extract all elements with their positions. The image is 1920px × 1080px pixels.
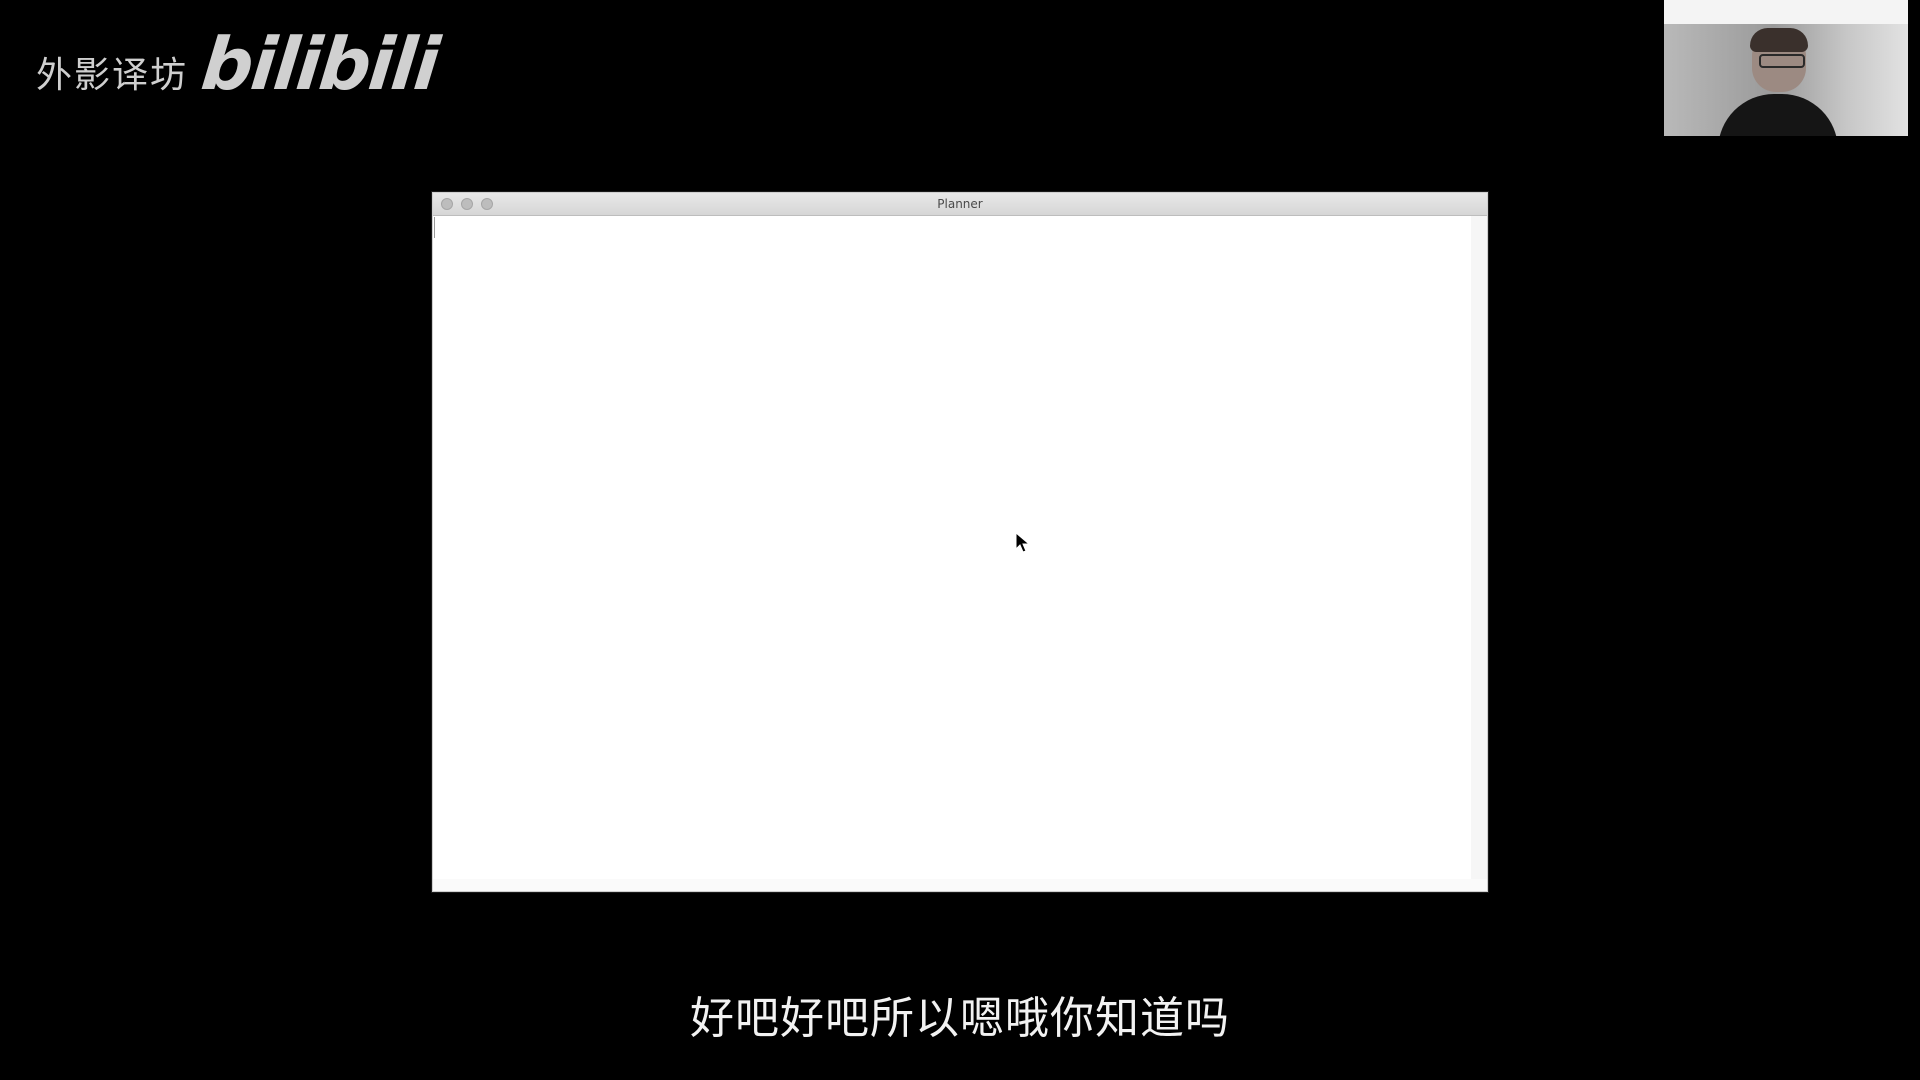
window-title: Planner: [937, 197, 983, 211]
watermark: 外影译坊 bilibili: [36, 22, 442, 106]
subtitle-caption: 好吧好吧所以嗯哦你知道吗: [690, 993, 1230, 1044]
arrow-cursor-icon: [1015, 532, 1031, 553]
bilibili-logo: bilibili: [197, 22, 442, 106]
webcam-top-strip: [1664, 0, 1908, 24]
webcam-overlay: [1664, 0, 1908, 136]
text-caret: [434, 217, 435, 238]
planner-window: Planner: [432, 192, 1488, 892]
window-controls: [441, 198, 493, 210]
close-button-icon[interactable]: [441, 198, 453, 210]
presenter-hair: [1750, 28, 1808, 52]
bottom-edge-strip: [433, 879, 1487, 891]
presenter-glasses: [1759, 54, 1805, 68]
zoom-button-icon[interactable]: [481, 198, 493, 210]
window-content-area[interactable]: [433, 216, 1487, 891]
watermark-text: 外影译坊: [36, 55, 189, 96]
window-titlebar[interactable]: Planner: [433, 193, 1487, 216]
right-edge-strip: [1471, 216, 1487, 891]
minimize-button-icon[interactable]: [461, 198, 473, 210]
